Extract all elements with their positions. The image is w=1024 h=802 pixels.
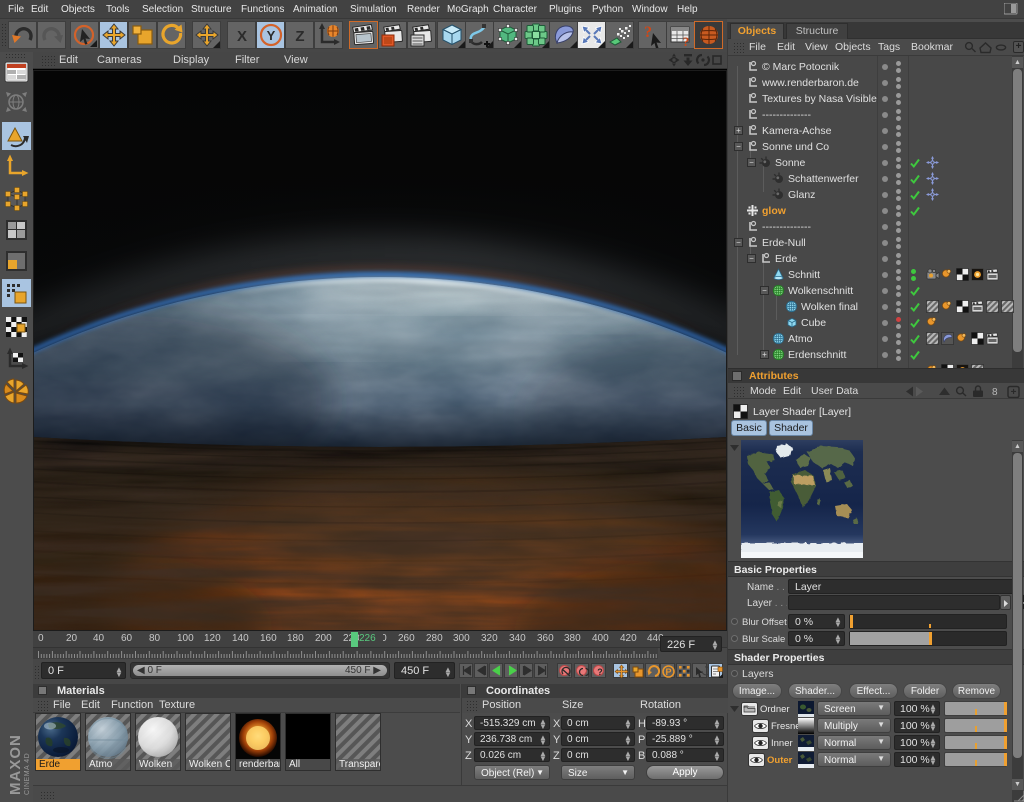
svg-text:?: ? (597, 667, 603, 677)
svg-text:?: ? (683, 34, 690, 48)
svg-text:X: X (237, 28, 247, 45)
svg-text:?: ? (644, 24, 652, 41)
svg-text:8: 8 (992, 387, 998, 398)
svg-text:CINEMA 4D: CINEMA 4D (24, 753, 31, 795)
svg-text:Y: Y (267, 28, 276, 43)
svg-text:Z: Z (295, 28, 304, 45)
svg-text:+: + (1011, 387, 1017, 398)
svg-text:MAXON: MAXON (7, 734, 24, 795)
svg-text:P: P (665, 667, 671, 677)
